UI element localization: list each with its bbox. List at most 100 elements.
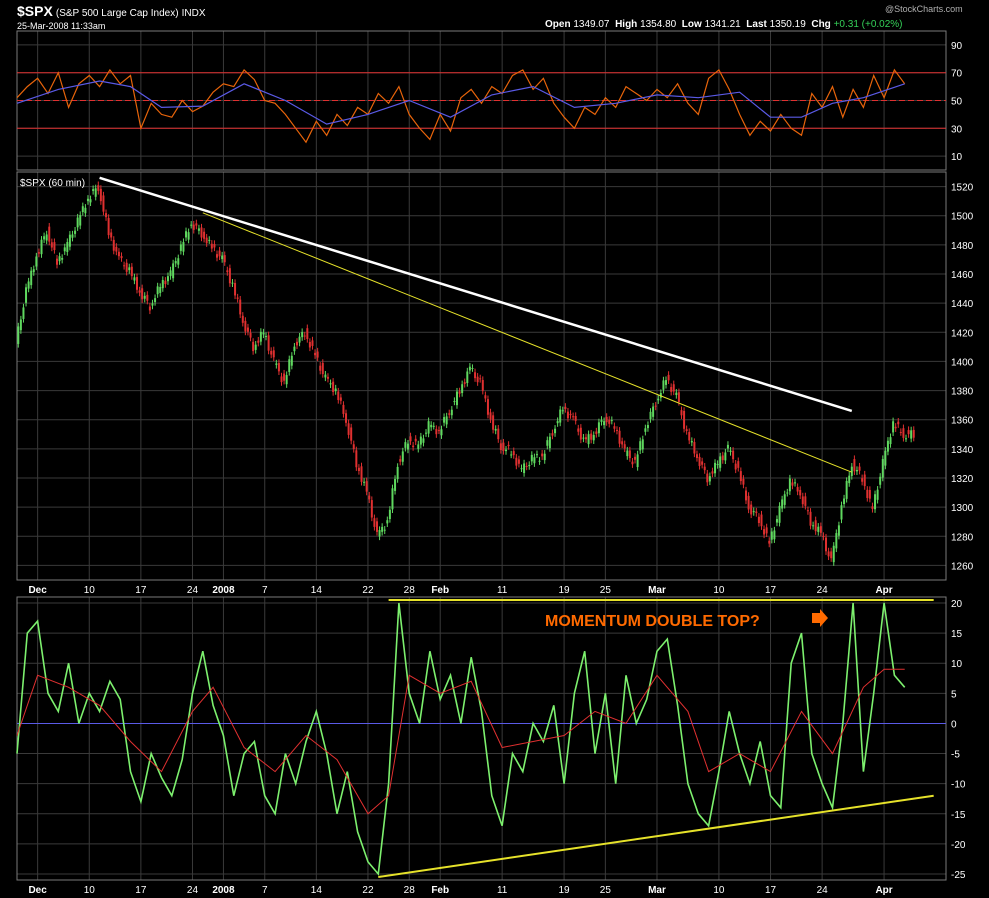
price-candle-body (308, 341, 311, 348)
price-candle-body (535, 454, 538, 456)
price-candle-body (270, 350, 273, 355)
price-ytick-label: 1420 (951, 328, 974, 339)
price-candle-body (468, 366, 471, 371)
price-candle-body (246, 327, 249, 332)
price-candle-body (489, 412, 492, 420)
price-candle-body (329, 383, 332, 385)
price-candle-body (17, 326, 20, 344)
price-candle-body (840, 505, 843, 520)
price-candle-body (863, 474, 866, 487)
price-candle-body (747, 495, 750, 510)
price-candle-body (646, 425, 649, 429)
price-xtick-label: 10 (84, 585, 96, 596)
price-candle-body (45, 234, 48, 241)
price-candle-body (515, 457, 518, 466)
price-ytick-label: 1480 (951, 241, 974, 252)
price-candle-body (703, 466, 706, 471)
quote-bar: Open 1349.07 High 1354.80 Low 1341.21 La… (545, 19, 903, 30)
price-candle-body (556, 421, 559, 424)
price-candle-body (881, 459, 884, 478)
momentum-xtick-label: 11 (497, 885, 508, 896)
price-candle-body (608, 419, 611, 424)
price-candle-body (350, 427, 353, 441)
price-candle-body (285, 375, 288, 385)
price-xtick-label: 22 (362, 585, 374, 596)
chart-canvas: 1030507090126012801300132013401360138014… (16, 30, 974, 896)
high-value: 1354.80 (640, 19, 677, 30)
price-candle-body (370, 500, 373, 518)
price-xtick-label: 14 (311, 585, 323, 596)
price-candle-body (200, 227, 203, 238)
price-candle-body (610, 420, 613, 422)
momentum-xtick-label: 10 (713, 885, 725, 896)
price-candle-body (471, 368, 474, 370)
price-candle-body (427, 421, 430, 434)
price-candle-body (781, 499, 784, 509)
price-candle-body (203, 231, 206, 239)
price-candle-body (546, 440, 549, 446)
price-candle-body (123, 265, 126, 267)
price-xtick-label: Feb (431, 585, 449, 596)
price-candle-body (360, 466, 363, 482)
price-candle-body (804, 496, 807, 506)
price-candle-body (577, 428, 580, 432)
price-candle-body (817, 526, 820, 532)
price-candle-body (138, 290, 141, 293)
price-candle-body (110, 232, 113, 238)
price-xtick-label: 24 (187, 585, 199, 596)
price-xtick-label: 11 (497, 585, 508, 596)
price-candle-body (440, 429, 443, 436)
price-candle-body (30, 270, 33, 286)
price-candle-body (324, 374, 327, 378)
price-candle-body (853, 459, 856, 472)
price-candle-body (97, 185, 100, 191)
price-candle-body (677, 392, 680, 402)
momentum-xtick-label: 28 (404, 885, 416, 896)
price-candle-body (827, 551, 830, 557)
price-candle-body (234, 282, 237, 296)
price-candle-body (117, 251, 120, 257)
price-candle-body (453, 401, 456, 403)
price-candle-body (770, 531, 773, 540)
momentum-xtick-label: 24 (817, 885, 829, 896)
price-candle-body (288, 359, 291, 372)
price-candle-body (613, 426, 616, 429)
price-candle-body (412, 445, 415, 448)
price-candle-body (337, 391, 340, 400)
price-candle-body (417, 444, 420, 449)
rsi-ytick-label: 30 (951, 124, 963, 135)
price-candle-body (391, 488, 394, 510)
price-candle-body (221, 255, 224, 260)
price-candle-body (272, 350, 275, 358)
price-candle-body (443, 417, 446, 423)
momentum-xtick-label: 24 (187, 885, 199, 896)
price-candle-body (796, 487, 799, 492)
price-candle-body (688, 432, 691, 441)
price-candle-body (773, 530, 776, 540)
price-candle-body (61, 257, 64, 260)
price-candle-body (404, 442, 407, 448)
price-candle-body (479, 378, 482, 380)
price-candle-body (326, 376, 329, 379)
price-candle-body (726, 444, 729, 449)
price-candle-body (843, 498, 846, 505)
price-candle-body (133, 277, 136, 281)
price-candle-body (195, 223, 198, 226)
price-candle-body (819, 526, 822, 533)
momentum-xtick-label: 7 (262, 885, 268, 896)
chg-label: Chg (811, 19, 831, 30)
price-xtick-label: Apr (875, 585, 892, 596)
price-candle-body (569, 413, 572, 416)
price-candle-body (657, 398, 660, 401)
price-candle-body (63, 247, 66, 252)
price-ytick-label: 1440 (951, 299, 974, 310)
price-candle-body (814, 520, 817, 532)
price-candle-body (373, 518, 376, 527)
price-candle-body (148, 306, 151, 311)
price-candle-body (179, 244, 182, 251)
last-value: 1350.19 (769, 19, 806, 30)
price-candle-body (582, 437, 585, 439)
price-candle-body (135, 277, 138, 290)
price-candle-body (533, 457, 536, 464)
price-candle-body (154, 298, 157, 303)
